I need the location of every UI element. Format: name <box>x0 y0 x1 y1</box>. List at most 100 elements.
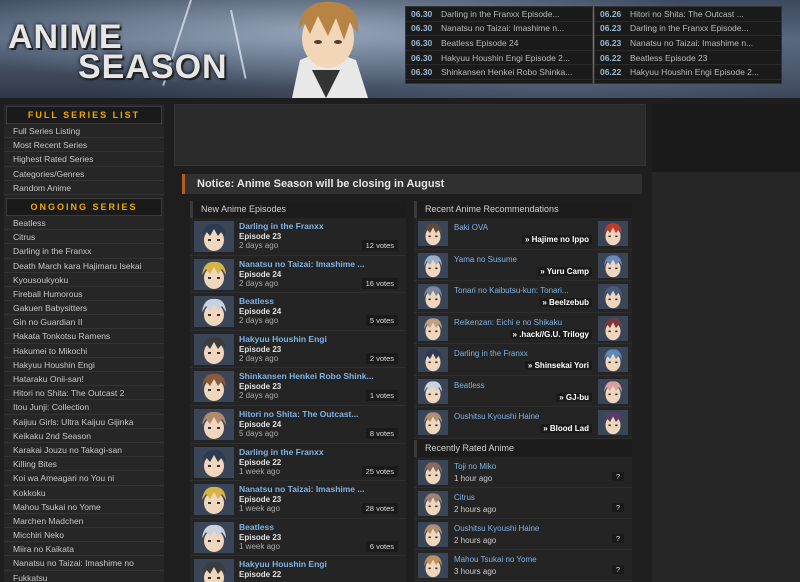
recommendation-target-link[interactable]: » Blood Lad <box>540 424 592 433</box>
update-title[interactable]: Nanatsu no Taizai: Imashime n... <box>441 23 564 33</box>
episode-thumbnail[interactable] <box>194 408 234 440</box>
episode-thumbnail[interactable] <box>194 296 234 328</box>
episode-title[interactable]: Hitori no Shita: The Outcast... <box>239 409 401 419</box>
update-title[interactable]: Nanatsu no Taizai: Imashime n... <box>630 38 753 48</box>
episode-title[interactable]: Darling in the Franxx <box>239 221 401 231</box>
recommended-thumbnail[interactable] <box>598 410 628 435</box>
episode-row[interactable]: Shinkansen Henkei Robo Shink... Episode 2… <box>190 368 406 406</box>
episode-row[interactable]: Hitori no Shita: The Outcast... Episode 2… <box>190 406 406 444</box>
update-row[interactable]: 06.23 Nanatsu no Taizai: Imashime n... <box>595 36 781 51</box>
episode-thumbnail[interactable] <box>194 333 234 365</box>
recommended-thumbnail[interactable] <box>598 221 628 246</box>
episode-title[interactable]: Shinkansen Henkei Robo Shink... <box>239 371 401 381</box>
sidebar-link[interactable]: Highest Rated Series <box>4 152 164 167</box>
episode-row[interactable]: Darling in the Franxx Episode 22 1 week ag… <box>190 444 406 482</box>
recommendation-source-link[interactable]: Oushitsu Kyoushi Haine <box>454 412 539 421</box>
sidebar-series-link[interactable]: Kaijuu Girls: Ultra Kaijuu Gijinka <box>4 415 164 429</box>
sidebar-series-link[interactable]: Keikaku 2nd Season <box>4 429 164 443</box>
update-row[interactable]: 06.26 Hitori no Shita: The Outcast ... <box>595 7 781 22</box>
sidebar-series-link[interactable]: Gakuen Babysitters <box>4 301 164 316</box>
recommendation-thumbnail[interactable] <box>418 378 448 404</box>
recommendation-source-link[interactable]: Yama no Susume <box>454 255 517 264</box>
recommendation-thumbnail[interactable] <box>418 315 448 341</box>
recommended-thumbnail[interactable] <box>598 315 628 341</box>
sidebar-link[interactable]: Categories/Genres <box>4 167 164 181</box>
recommendation-source-link[interactable]: Beatless <box>454 381 485 390</box>
episode-title[interactable]: Beatless <box>239 522 401 532</box>
recommendation-thumbnail[interactable] <box>418 284 448 309</box>
rated-title-link[interactable]: Mahou Tsukai no Yome <box>454 555 537 564</box>
episode-title[interactable]: Beatless <box>239 296 401 306</box>
sidebar-series-link[interactable]: Itou Junji: Collection <box>4 400 164 415</box>
sidebar-series-link[interactable]: Nanatsu no Taizai: Imashime no <box>4 556 164 571</box>
sidebar-series-link[interactable]: Gin no Guardian II <box>4 315 164 330</box>
sidebar-series-link[interactable]: Hakata Tonkotsu Ramens <box>4 329 164 344</box>
update-title[interactable]: Darling in the Franxx Episode... <box>630 23 749 33</box>
update-title[interactable]: Hakyuu Houshin Engi Episode 2... <box>441 53 570 63</box>
sidebar-series-link[interactable]: Hitori no Shita: The Outcast 2 <box>4 386 164 401</box>
recommendation-target-link[interactable]: » Yuru Camp <box>537 266 592 276</box>
recommended-thumbnail[interactable] <box>598 252 628 278</box>
episode-thumbnail[interactable] <box>194 521 234 553</box>
update-row[interactable]: 06.30 Beatless Episode 24 <box>406 36 592 51</box>
episode-thumbnail[interactable] <box>194 221 234 252</box>
recommendation-source-link[interactable]: Darling in the Franxx <box>454 349 528 358</box>
sidebar-series-link[interactable]: Kokkoku <box>4 486 164 500</box>
episode-thumbnail[interactable] <box>194 446 234 478</box>
episode-row[interactable]: Hakyuu Houshin Engi Episode 23 2 days ago 2… <box>190 331 406 369</box>
episode-thumbnail[interactable] <box>194 258 234 290</box>
site-logo[interactable]: ANIME SEASON <box>8 20 228 84</box>
sidebar-series-link[interactable]: Fireball Humorous <box>4 287 164 302</box>
sidebar-series-link[interactable]: Beatless <box>4 216 164 231</box>
update-row[interactable]: 06.22 Hakyuu Houshin Engi Episode 2... <box>595 65 781 80</box>
episode-row[interactable]: Nanatsu no Taizai: Imashime ... Episode 2… <box>190 256 406 294</box>
episode-thumbnail[interactable] <box>194 371 234 403</box>
episode-thumbnail[interactable] <box>194 484 234 516</box>
episode-title[interactable]: Nanatsu no Taizai: Imashime ... <box>239 484 401 494</box>
update-row[interactable]: 06.30 Nanatsu no Taizai: Imashime n... <box>406 22 592 37</box>
rated-title-link[interactable]: Oushitsu Kyoushi Haine <box>454 524 539 533</box>
episode-title[interactable]: Nanatsu no Taizai: Imashime ... <box>239 259 401 269</box>
sidebar-link[interactable]: Most Recent Series <box>4 138 164 153</box>
recommendation-target-link[interactable]: » .hack//G.U. Trilogy <box>509 329 592 339</box>
sidebar-series-link[interactable]: Koi wa Ameagari no You ni <box>4 471 164 486</box>
update-row[interactable]: 06.23 Darling in the Franxx Episode... <box>595 22 781 37</box>
update-title[interactable]: Beatless Episode 24 <box>441 38 519 48</box>
episode-row[interactable]: Beatless Episode 24 2 days ago 5 votes <box>190 293 406 331</box>
episode-row[interactable]: Nanatsu no Taizai: Imashime ... Episode 2… <box>190 481 406 519</box>
update-title[interactable]: Hakyuu Houshin Engi Episode 2... <box>630 67 759 77</box>
update-row[interactable]: 06.22 Beatless Episode 23 <box>595 51 781 66</box>
sidebar-link[interactable]: Full Series Listing <box>4 124 164 139</box>
recommended-thumbnail[interactable] <box>598 284 628 309</box>
recommendation-target-link[interactable]: » GJ-bu <box>556 392 592 402</box>
sidebar-series-link[interactable]: Citrus <box>4 230 164 245</box>
update-title[interactable]: Beatless Episode 23 <box>630 53 708 63</box>
sidebar-series-link[interactable]: Hataraku Onii-san! <box>4 372 164 387</box>
episode-row[interactable]: Hakyuu Houshin Engi Episode 22 <box>190 556 406 582</box>
recommendation-source-link[interactable]: Tonari no Kaibutsu-kun: Tonari... <box>454 286 569 295</box>
sidebar-series-link[interactable]: Micchiri Neko <box>4 528 164 543</box>
episode-row[interactable]: Beatless Episode 23 1 week ago 6 votes <box>190 519 406 557</box>
sidebar-series-link[interactable]: Marchen Madchen <box>4 514 164 529</box>
episode-title[interactable]: Darling in the Franxx <box>239 447 401 457</box>
sidebar-series-link[interactable]: Miira no Kaikata <box>4 542 164 557</box>
sidebar-series-link[interactable]: Hakyuu Houshin Engi <box>4 358 164 372</box>
recommendation-source-link[interactable]: Reikenzan: Eichi e no Shikaku <box>454 318 562 327</box>
rated-title-link[interactable]: Citrus <box>454 493 475 502</box>
recommendation-thumbnail[interactable] <box>418 252 448 278</box>
recommendation-target-link[interactable]: » Beelzebub <box>539 298 592 307</box>
rated-thumbnail[interactable] <box>418 553 448 578</box>
rated-thumbnail[interactable] <box>418 491 448 516</box>
sidebar-series-link[interactable]: Fukkatsu <box>4 571 164 582</box>
rated-thumbnail[interactable] <box>418 522 448 547</box>
update-title[interactable]: Hitori no Shita: The Outcast ... <box>630 9 744 19</box>
update-row[interactable]: 06.30 Darling in the Franxx Episode... <box>406 7 592 22</box>
sidebar-series-link[interactable]: Darling in the Franxx <box>4 244 164 259</box>
rated-thumbnail[interactable] <box>418 460 448 485</box>
sidebar-series-link[interactable]: Death March kara Hajimaru Isekai <box>4 259 164 273</box>
episode-title[interactable]: Hakyuu Houshin Engi <box>239 334 401 344</box>
recommended-thumbnail[interactable] <box>598 347 628 372</box>
episode-title[interactable]: Hakyuu Houshin Engi <box>239 559 401 569</box>
recommendation-target-link[interactable]: » Shinsekai Yori <box>524 361 592 370</box>
recommendation-thumbnail[interactable] <box>418 221 448 246</box>
